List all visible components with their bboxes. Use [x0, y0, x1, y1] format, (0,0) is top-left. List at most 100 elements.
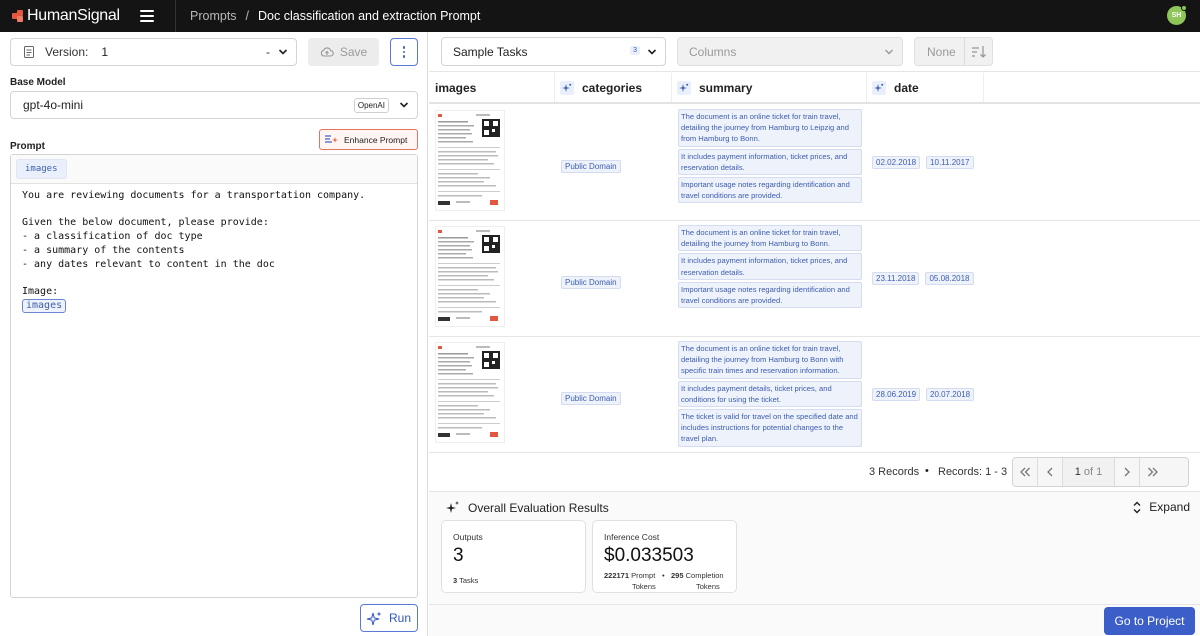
column-header-categories[interactable]: categories — [555, 73, 672, 102]
summary-item: It includes payment information, ticket … — [678, 253, 862, 280]
inference-cost-title: Inference Cost — [604, 532, 660, 542]
columns-select[interactable]: Columns — [677, 37, 903, 66]
prev-page-button[interactable] — [1038, 458, 1063, 486]
category-tag: Public Domain — [561, 160, 621, 173]
save-button[interactable]: Save — [308, 38, 379, 66]
inference-cost-value: $0.033503 — [604, 545, 694, 566]
category-tag: Public Domain — [561, 276, 621, 289]
brand-logo[interactable]: HumanSignal — [12, 7, 124, 25]
variable-chip-images[interactable]: images — [16, 159, 67, 179]
user-initials: SH — [1171, 12, 1182, 19]
user-avatar[interactable]: SH — [1167, 5, 1187, 25]
column-label-summary: summary — [699, 80, 753, 95]
sort-icon — [971, 45, 986, 58]
outputs-tasks: 3 Tasks — [453, 576, 478, 585]
summary-cell: The document is an online ticket for tra… — [678, 109, 862, 205]
save-label: Save — [339, 45, 368, 59]
run-button[interactable]: Run — [360, 604, 418, 632]
document-thumbnail[interactable] — [435, 342, 505, 443]
completion-tokens: 295 Completion Tokens — [671, 570, 724, 592]
page-indicator[interactable]: 1 of 1 — [1063, 458, 1115, 486]
model-name: gpt-4o-mini — [23, 98, 84, 112]
inference-cost-card: Inference Cost $0.033503 222171 Prompt To… — [592, 520, 737, 593]
prompt-textarea[interactable]: You are reviewing documents for a transp… — [11, 184, 417, 318]
category-cell: Public Domain — [561, 272, 621, 290]
sparkle-icon — [366, 611, 382, 625]
prompt-tokens-value: 222171 — [604, 571, 630, 580]
prompt-variables-bar: images — [11, 155, 417, 184]
version-select[interactable]: Version: 1 - — [10, 38, 297, 66]
outputs-value: 3 — [453, 545, 464, 566]
outputs-task-label: Tasks — [459, 576, 479, 585]
summary-cell: The document is an online ticket for tra… — [678, 341, 862, 449]
chevron-left-icon — [1047, 467, 1053, 477]
breadcrumb: Prompts / Doc classification and extract… — [190, 9, 480, 23]
generated-field-icon — [560, 80, 574, 95]
results-toolbar: Sample Tasks 3 Columns None — [429, 32, 1200, 72]
double-chevron-left-icon — [1020, 467, 1030, 477]
prompt-editor[interactable]: images You are reviewing documents for a… — [10, 154, 418, 598]
column-header-date[interactable]: date — [867, 73, 984, 102]
summary-item: It includes payment information, ticket … — [678, 148, 862, 176]
enhance-prompt-button[interactable]: Enhance Prompt — [319, 129, 418, 150]
prompt-editor-panel: Version: 1 - Save Base Model gpt-4o-mini… — [0, 32, 428, 636]
cloud-upload-icon — [320, 47, 334, 57]
go-to-project-button[interactable]: Go to Project — [1104, 607, 1195, 635]
sample-tasks-label: Sample Tasks — [453, 44, 528, 59]
chevron-right-icon — [1124, 467, 1130, 477]
version-value: 1 — [101, 45, 109, 59]
completion-tokens-label: Completion — [685, 571, 724, 580]
first-page-button[interactable] — [1013, 458, 1038, 486]
table-row[interactable]: Public Domain The document is an online t… — [429, 105, 1200, 221]
top-navigation-bar: HumanSignal Prompts / Doc classification… — [0, 0, 1200, 32]
more-options-button[interactable] — [390, 38, 418, 66]
results-panel: Sample Tasks 3 Columns None images categ… — [429, 32, 1200, 636]
prompt-tokens-label: Prompt — [631, 571, 656, 580]
prompt-label: Prompt — [10, 141, 45, 152]
sample-tasks-select[interactable]: Sample Tasks 3 — [441, 37, 666, 66]
version-label: Version: — [45, 45, 89, 59]
column-header-summary[interactable]: summary — [672, 73, 867, 102]
table-row[interactable]: Public Domain The document is an online t… — [429, 337, 1200, 452]
date-tag: 05.08.2018 — [925, 272, 974, 285]
expand-label: Expand — [1149, 500, 1190, 514]
date-tag: 20.07.2018 — [926, 388, 975, 401]
next-page-button[interactable] — [1115, 458, 1140, 486]
generated-field-icon — [872, 80, 886, 95]
document-thumbnail[interactable] — [435, 110, 505, 211]
menu-icon[interactable] — [140, 10, 154, 22]
enhance-prompt-label: Enhance Prompt — [344, 134, 408, 145]
table-body: Public Domain The document is an online t… — [429, 105, 1200, 452]
summary-item: The ticket is valid for travel on the sp… — [678, 409, 862, 447]
current-page: 1 — [1074, 466, 1081, 478]
document-thumbnail[interactable] — [435, 226, 505, 327]
sort-value: None — [927, 44, 956, 59]
version-suffix: - — [266, 45, 270, 59]
date-tag: 28.06.2019 — [872, 388, 921, 401]
token-separator: • — [662, 571, 665, 580]
expand-button[interactable]: Expand — [1132, 500, 1190, 514]
chevron-down-icon — [647, 49, 657, 55]
completion-tokens-label-2: Tokens — [696, 582, 720, 591]
sample-tasks-count-badge: 3 — [630, 46, 640, 55]
column-header-images[interactable]: images — [429, 73, 555, 102]
pagination-bar: 3 Records • Records: 1 - 3 1 of 1 — [429, 452, 1200, 492]
records-separator: • — [925, 465, 929, 477]
columns-placeholder: Columns — [689, 44, 737, 59]
last-page-button[interactable] — [1140, 458, 1165, 486]
base-model-select[interactable]: gpt-4o-mini OpenAI — [10, 91, 418, 119]
page-total: of 1 — [1083, 466, 1103, 478]
prompt-text: You are reviewing documents for a transp… — [22, 190, 366, 297]
sort-select[interactable]: None — [914, 37, 993, 66]
logo-mark-icon — [12, 10, 24, 22]
sparkle-icon — [446, 501, 459, 513]
table-row[interactable]: Public Domain The document is an online t… — [429, 221, 1200, 337]
sort-order-button[interactable] — [964, 37, 992, 66]
column-label-categories: categories — [582, 80, 643, 95]
prompt-tokens-label-2: Tokens — [632, 582, 656, 591]
chevron-down-icon — [399, 102, 409, 108]
date-tag: 10.11.2017 — [926, 156, 974, 169]
breadcrumb-prompts-link[interactable]: Prompts — [190, 9, 237, 23]
brand-name: HumanSignal — [27, 7, 120, 24]
column-label-date: date — [894, 80, 919, 95]
